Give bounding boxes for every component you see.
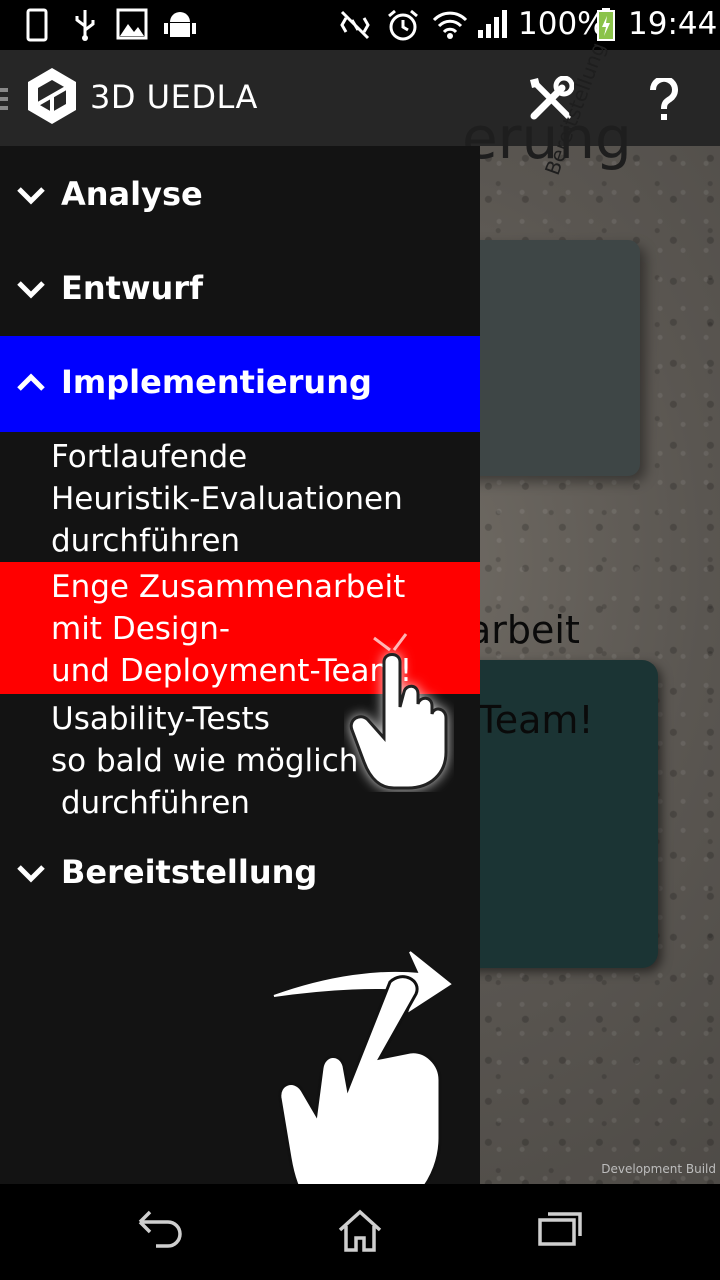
tap-hand-icon	[349, 633, 448, 790]
item-line: durchführen	[51, 523, 241, 559]
section-label: Analyse	[61, 175, 203, 213]
section-analyse[interactable]: Analyse	[0, 148, 480, 244]
scene-card2-line1: arbeit	[468, 608, 580, 652]
unity-logo-icon[interactable]	[26, 66, 78, 128]
scene-card2-line2: Team!	[478, 698, 594, 742]
recent-apps-icon[interactable]	[536, 1208, 584, 1248]
signal-icon	[478, 10, 507, 38]
usb-icon	[75, 10, 95, 41]
chevron-down-icon	[17, 187, 45, 205]
chevron-down-icon	[17, 865, 45, 883]
wifi-icon	[432, 11, 468, 39]
section-bereitstellung[interactable]: Bereitstellung	[0, 826, 480, 922]
chevron-down-icon	[17, 281, 45, 299]
item-line: Heuristik-Evaluationen	[51, 481, 403, 517]
section-label: Bereitstellung	[61, 853, 318, 891]
image-icon	[116, 8, 148, 40]
list-item-heuristik[interactable]: Fortlaufende Heuristik-Evaluationen durc…	[0, 436, 480, 562]
clock: 19:44	[628, 6, 718, 42]
item-line: Enge Zusammenarbeit	[51, 569, 406, 605]
battery-charging-icon	[597, 8, 615, 41]
item-line: Fortlaufende	[51, 439, 248, 475]
section-entwurf[interactable]: Entwurf	[0, 242, 480, 338]
nfc-off-icon	[340, 10, 370, 40]
drawer-indicator-icon[interactable]	[0, 88, 8, 110]
section-label: Entwurf	[61, 269, 203, 307]
battery-percent: 100%	[518, 6, 607, 42]
chevron-up-icon	[17, 373, 45, 391]
system-nav-bar	[0, 1184, 720, 1280]
android-icon	[164, 12, 196, 37]
phone-icon	[26, 8, 48, 42]
section-label: Implementierung	[61, 363, 372, 401]
help-icon[interactable]	[648, 78, 680, 122]
app-title: 3D UEDLA	[90, 78, 258, 116]
home-icon[interactable]	[336, 1208, 384, 1252]
section-implementierung[interactable]: Implementierung	[0, 336, 480, 432]
status-bar: 100% 19:44	[0, 0, 720, 50]
alarm-icon	[388, 9, 418, 41]
development-build-label: Development Build	[601, 1162, 716, 1176]
back-icon[interactable]	[136, 1208, 184, 1248]
